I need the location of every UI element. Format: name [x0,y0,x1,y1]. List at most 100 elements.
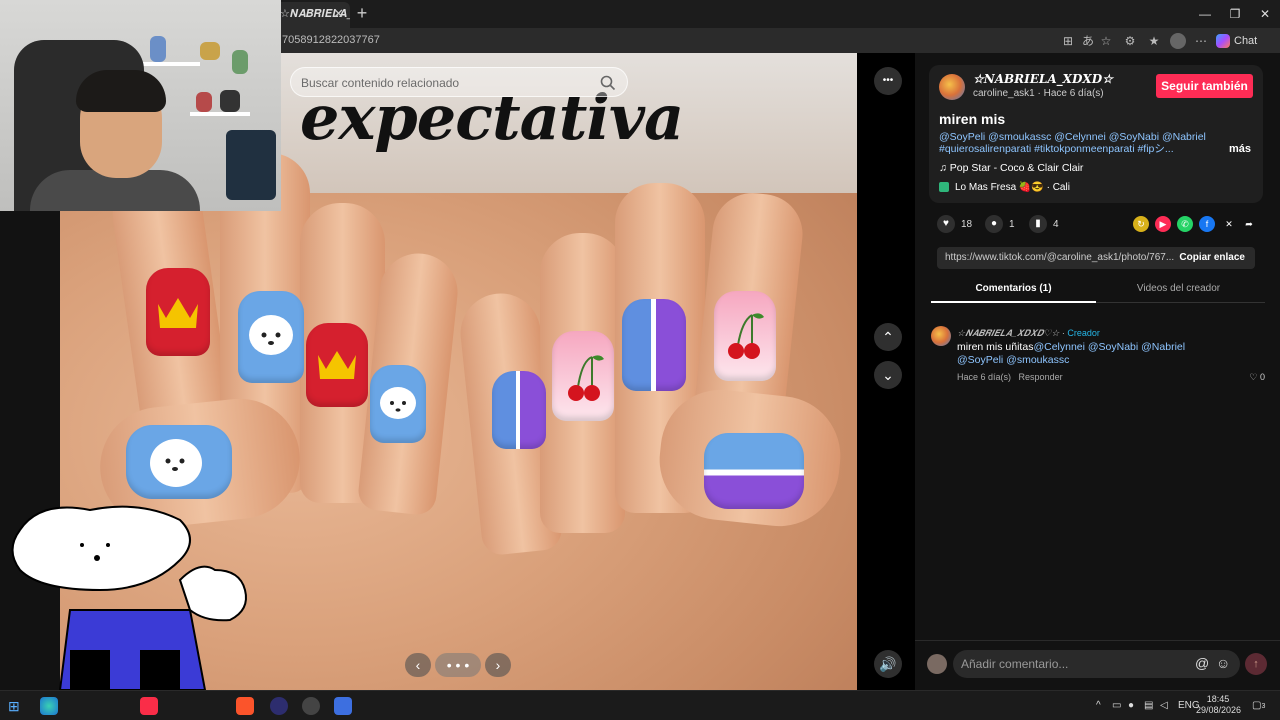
battery-icon[interactable]: ▭ [1112,700,1121,711]
extensions-icon[interactable]: ⚙ [1122,33,1138,49]
share-link-text[interactable]: https://www.tiktok.com/@caroline_ask1/ph… [945,252,1175,263]
figure [200,42,220,60]
commenter-avatar[interactable] [931,326,951,346]
commenter-username: ☆𝑵𝑨𝑩𝑹𝑰𝑬𝑳𝑨_𝑿𝑫𝑿𝑫♡☆ · [957,328,1068,338]
music-app-icon[interactable] [140,697,158,715]
creator-meta: caroline_ask1 · Hace 6 día(s) [973,88,1104,99]
add-comment-bar: @ ☺ ↑ [915,640,1280,690]
brave-icon[interactable] [236,697,254,715]
post-hashtags[interactable]: @SoyPeli @smoukassc @Celynnei @SoyNabi @… [939,131,1209,155]
clock-date: 29/08/2026 [1196,705,1242,715]
copilot-icon [1216,34,1230,49]
comment-input-box[interactable]: @ ☺ [953,650,1240,678]
notifications-icon[interactable]: ▢3 [1252,700,1265,711]
mic-icon[interactable]: ● [1128,700,1134,711]
previous-post-button[interactable]: ⌃ [874,323,902,351]
repost-icon[interactable]: ↻ [1133,216,1149,232]
comment-input[interactable] [961,655,1181,673]
tab-creator-videos[interactable]: Videos del creador [1096,283,1261,294]
prev-photo-button[interactable]: ‹ [405,653,431,677]
new-tab-button[interactable]: + [352,4,372,24]
comment-like-button[interactable]: ♡ 0 [1249,372,1265,383]
close-window-button[interactable]: ✕ [1250,4,1280,24]
whatsapp-icon[interactable]: ✆ [1177,216,1193,232]
save-button[interactable]: ▮ 4 [1029,215,1059,235]
photo-pager-dots: • • • [435,653,481,677]
chat-label: Chat [1234,35,1258,47]
app-available-icon[interactable]: ⊞ [1060,33,1076,49]
figure [232,50,248,74]
more-menu-icon[interactable]: ⋯ [1193,33,1209,49]
tray-chevron-icon[interactable]: ^ [1096,700,1101,711]
network-icon[interactable]: ▤ [1144,700,1153,711]
related-search-input[interactable] [301,73,581,93]
restore-button[interactable]: ❐ [1220,4,1250,24]
favorites-icon[interactable]: ★ [1146,33,1162,49]
windows-start-icon[interactable]: ⊞ [8,697,26,715]
creator-badge: Creador [1067,328,1100,338]
person-hair [76,70,166,112]
stripe [516,371,520,449]
nail-puppy [238,291,304,383]
commenter-name[interactable]: ☆𝑵𝑨𝑩𝑹𝑰𝑬𝑳𝑨_𝑿𝑫𝑿𝑫♡☆ · Creador [957,328,1100,339]
url-text[interactable]: 7058912822037767 [282,34,380,46]
cartoon-dog-overlay [11,505,247,690]
translate-icon[interactable]: あ [1080,33,1096,49]
post-info-card: ☆𝑵𝑨𝑩𝑹𝑰𝑬𝑳𝑨_𝑿𝑫𝑿𝑫☆ caroline_ask1 · Hace 6 d… [929,65,1263,203]
send-comment-button[interactable]: ↑ [1245,653,1267,675]
active-tab-indicator [931,301,1096,303]
obs-icon[interactable] [302,697,320,715]
see-more-button[interactable]: más [1229,143,1251,155]
reply-button[interactable]: Responder [1019,372,1063,382]
copy-link-button[interactable]: Copiar enlace [1179,252,1245,263]
nail-puppy [370,365,426,443]
taskbar-clock[interactable]: 18:45 29/08/2026 [1196,694,1242,716]
heart-icon: ♥ [937,215,955,234]
app-icon[interactable] [270,697,288,715]
creator-name[interactable]: ☆𝑵𝑨𝑩𝑹𝑰𝑬𝑳𝑨_𝑿𝑫𝑿𝑫☆ [973,72,1113,86]
location-link[interactable]: Lo Mas Fresa 🍓😎 · Cali [939,182,1070,193]
comment-like-count: 0 [1259,372,1265,382]
emoji-icon[interactable]: ☺ [1216,655,1230,671]
nail-stripe [622,299,686,391]
follow-button[interactable]: Seguir también [1156,74,1253,98]
related-search-box[interactable] [290,67,628,97]
favorite-star-icon[interactable]: ☆ [1098,33,1114,49]
location-icon [939,182,949,193]
facebook-icon[interactable]: f [1199,216,1215,232]
comment-button[interactable]: ● 1 [985,215,1015,235]
like-button[interactable]: ♥ 18 [937,215,972,235]
x-icon[interactable]: ✕ [1221,216,1237,232]
app-icon[interactable] [334,697,352,715]
music-note-icon: ♫ [939,162,950,174]
clock-time: 18:45 [1206,694,1230,704]
figure [150,36,166,62]
send-to-friends-icon[interactable]: ▶ [1155,216,1171,232]
post-title: miren mis [939,111,1006,127]
viewer-controls-strip: ••• ⌃ ⌄ 🔊 [857,53,915,690]
copilot-chat-button[interactable]: Chat [1216,31,1257,51]
next-photo-button[interactable]: › [485,653,511,677]
share-link-row: https://www.tiktok.com/@caroline_ask1/ph… [937,247,1255,269]
profile-avatar[interactable] [1170,33,1186,49]
minimize-button[interactable]: — [1190,4,1220,24]
music-title: Pop Star - Coco & Clair Clair [949,162,1084,174]
comment-text: miren mis uñitas@Celynnei @SoyNabi @Nabr… [957,341,1227,367]
volume-tray-icon[interactable]: ◁ [1160,700,1168,711]
search-icon[interactable] [599,74,617,92]
browser-tab[interactable]: ☆𝑵𝑨𝑩𝑹𝑰𝑬𝑳𝑨_𝑿𝑫𝑿𝑫♡☆ ✕ [270,2,350,28]
close-tab-icon[interactable]: ✕ [333,2,344,26]
edge-icon[interactable] [40,697,58,715]
stripe [651,299,656,391]
tab-comments[interactable]: Comentarios (1) [931,283,1096,294]
more-options-button[interactable]: ••• [874,67,902,95]
mention-icon[interactable]: @ [1195,655,1209,671]
shelf [190,112,250,116]
next-post-button[interactable]: ⌄ [874,361,902,389]
location-name: Lo Mas Fresa 🍓😎 · Cali [955,182,1070,193]
share-arrow-icon[interactable]: ➦ [1241,216,1257,232]
music-link[interactable]: ♫ Pop Star - Coco & Clair Clair [939,162,1083,174]
headphones [226,130,276,200]
volume-icon[interactable]: 🔊 [874,650,902,678]
creator-avatar[interactable] [939,74,965,100]
